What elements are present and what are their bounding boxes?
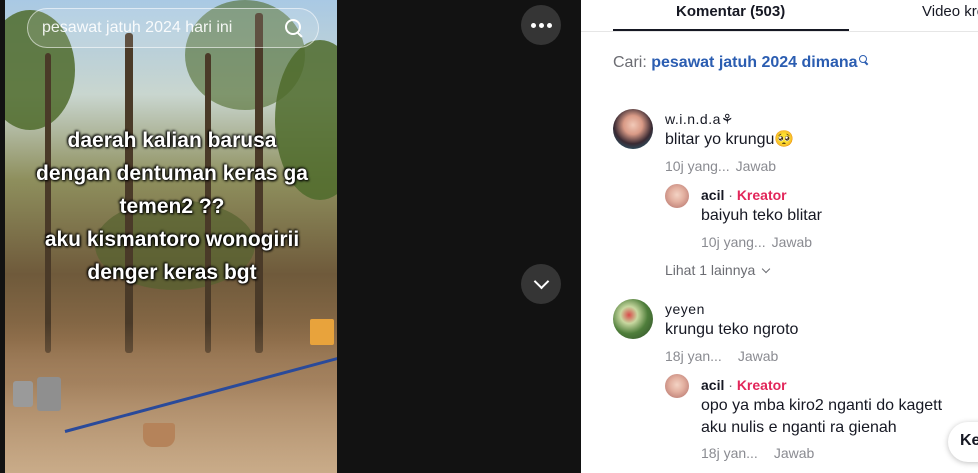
more-options-button[interactable] [521, 5, 561, 45]
video-player[interactable]: pesawat jatuh 2024 hari ini daerah kalia… [0, 0, 581, 473]
video-frame[interactable]: pesawat jatuh 2024 hari ini daerah kalia… [5, 0, 337, 473]
reply-button[interactable]: Jawab [736, 158, 776, 174]
app-root: pesawat jatuh 2024 hari ini daerah kalia… [0, 0, 978, 473]
comment-meta: 10j yang... Jawab [665, 158, 776, 174]
related-search-query: pesawat jatuh 2024 dimana [651, 54, 858, 71]
related-search-link[interactable]: pesawat jatuh 2024 dimana [651, 54, 867, 71]
caption-line: temen2 ?? [119, 195, 225, 218]
comment-text: blitar yo krungu🥺 [665, 131, 795, 148]
chevron-down-icon [762, 264, 771, 274]
comment-time: 18j yan... [665, 348, 722, 364]
reply-time: 18j yan... [701, 445, 758, 461]
view-more-replies-button[interactable]: Lihat 1 lainnya [665, 262, 771, 278]
separator: · [724, 187, 737, 203]
reply-meta: 10j yang... Jawab [701, 234, 812, 250]
tab-bar: Komentar (503) Video kre [581, 0, 978, 32]
creator-badge: Kreator [736, 377, 787, 393]
video-search-bar[interactable]: pesawat jatuh 2024 hari ini [27, 8, 319, 48]
caption-line: dengan dentuman keras ga [36, 162, 308, 185]
reply-username[interactable]: acil [701, 377, 724, 393]
view-more-label: Lihat 1 lainnya [665, 262, 756, 278]
bucket [310, 319, 334, 345]
comment-username[interactable]: yeyen [665, 301, 705, 317]
comment-username[interactable]: w.i.n.d.a⚘ [665, 111, 734, 128]
tab-creator-videos[interactable]: Video kre [922, 3, 978, 20]
avatar[interactable] [665, 374, 689, 398]
reply-header: acil · Kreator [701, 377, 787, 393]
search-icon [858, 55, 868, 64]
comments-panel: Komentar (503) Video kre Cari: pesawat j… [581, 0, 978, 473]
avatar[interactable] [613, 299, 653, 339]
reply-text: opo ya mba kiro2 nganti do kagett [701, 397, 943, 414]
avatar[interactable] [613, 109, 653, 149]
caption-line: daerah kalian barusa [67, 129, 277, 152]
reply-text: aku nulis e nganti ra gienah [701, 419, 897, 436]
reply-meta: 18j yan... Jawab [701, 445, 814, 461]
next-video-button[interactable] [521, 264, 561, 304]
clay-pot [143, 423, 175, 447]
related-search-prefix: Cari: [613, 54, 647, 71]
related-search: Cari: pesawat jatuh 2024 dimana [613, 54, 868, 72]
reply-button[interactable]: Jawab [774, 445, 814, 461]
reply-button[interactable]: Jawab [738, 348, 778, 364]
separator: · [724, 377, 737, 393]
chevron-down-icon [533, 273, 549, 289]
comment-meta: 18j yan... Jawab [665, 348, 778, 364]
reply-time: 10j yang... [701, 234, 766, 250]
avatar[interactable] [665, 184, 689, 208]
barrel [13, 381, 33, 407]
caption-line: denger keras bgt [87, 261, 257, 284]
reply-username[interactable]: acil [701, 187, 724, 203]
video-search-text: pesawat jatuh 2024 hari ini [42, 19, 233, 36]
reply-header: acil · Kreator [701, 187, 787, 203]
reply-button[interactable]: Jawab [772, 234, 812, 250]
search-icon[interactable] [284, 18, 304, 38]
active-tab-indicator [613, 29, 849, 31]
tab-comments[interactable]: Komentar (503) [676, 3, 785, 20]
more-dots-icon [530, 22, 552, 28]
caption-line: aku kismantoro wonogirii [44, 228, 300, 251]
video-caption-overlay: daerah kalian barusa dengan dentuman ker… [17, 124, 327, 289]
creator-badge: Kreator [736, 187, 787, 203]
comment-time: 10j yang... [665, 158, 730, 174]
reply-text: baiyuh teko blitar [701, 207, 822, 224]
barrel [37, 377, 61, 411]
comment-text: krungu teko ngroto [665, 321, 799, 338]
